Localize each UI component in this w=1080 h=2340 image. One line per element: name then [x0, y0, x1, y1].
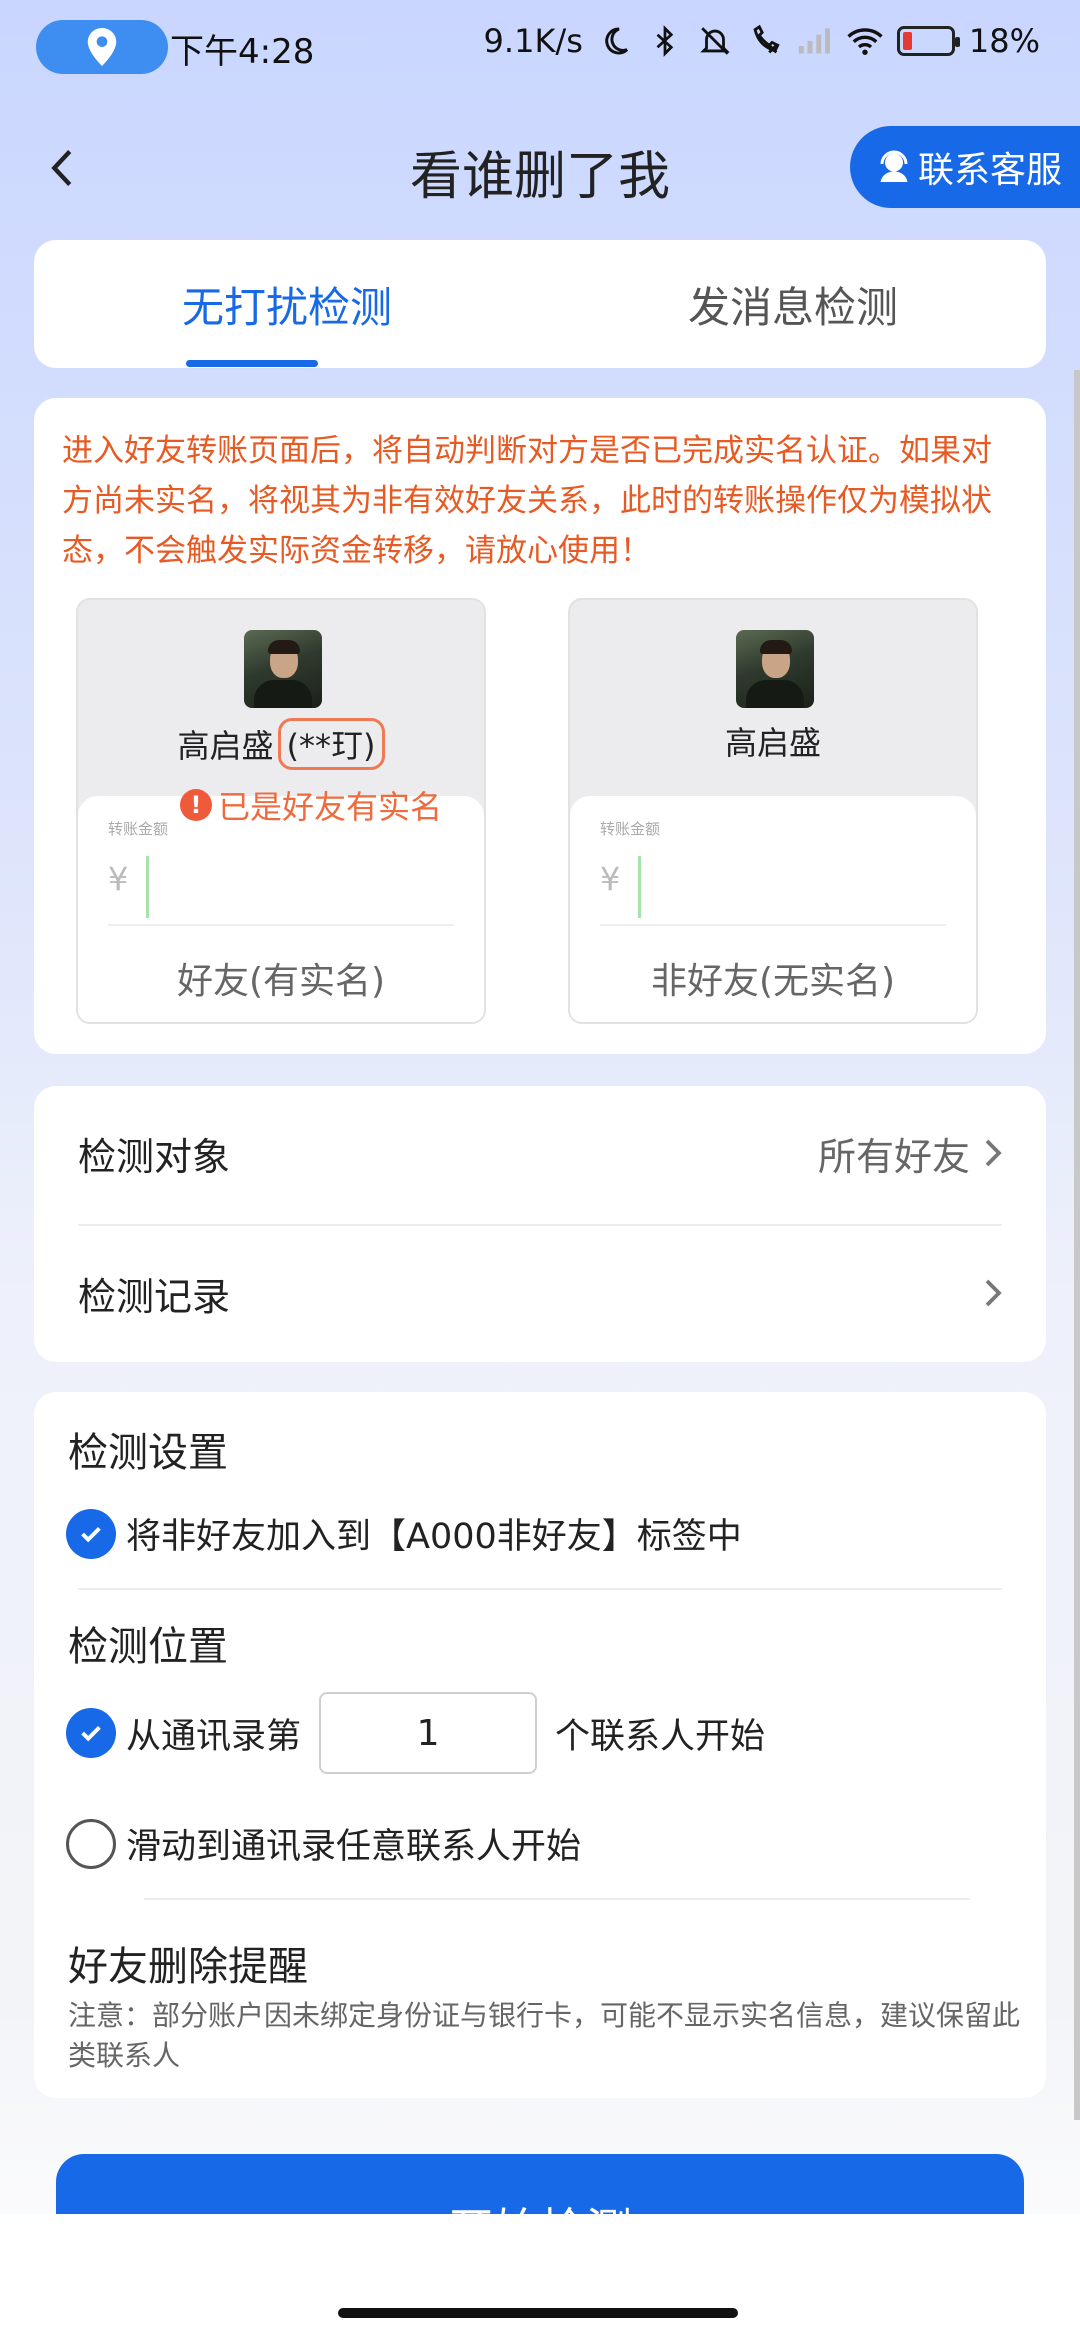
detect-target-row[interactable]: 检测对象 所有好友 [78, 1086, 1002, 1220]
contact-index-input[interactable]: 1 [319, 1692, 538, 1774]
options-list: 检测对象 所有好友 检测记录 [34, 1086, 1046, 1362]
demo-name: 高启盛 [724, 724, 821, 762]
input-cursor [146, 856, 149, 918]
settings-title: 检测设置 [68, 1430, 228, 1476]
avatar [736, 630, 814, 708]
info-card: 进入好友转账页面后，将自动判断对方是否已完成实名认证。如果对方尚未实名，将视其为… [34, 398, 1046, 1054]
chevron-right-icon [985, 1139, 1002, 1167]
bluetooth-icon [647, 23, 683, 59]
contact-service-button[interactable]: 联系客服 [850, 126, 1080, 208]
option-scroll-start[interactable]: 滑动到通讯录任意联系人开始 [66, 1818, 581, 1869]
demo-caption: 好友(有实名) [176, 961, 386, 1002]
checkbox-checked-icon[interactable] [66, 1508, 116, 1559]
headset-icon [880, 150, 908, 182]
detect-record-row[interactable]: 检测记录 [78, 1226, 1002, 1360]
real-name-badge-text: 已是好友有实名 [218, 788, 443, 826]
real-name-badge: ! 已是好友有实名 [180, 782, 442, 828]
currency-symbol: ¥ [108, 860, 129, 898]
location-icon [87, 28, 117, 66]
option-from-prefix: 从通讯录第 [126, 1716, 302, 1757]
battery-text: 18% [968, 22, 1040, 60]
contact-service-label: 联系客服 [918, 150, 1063, 191]
settings-card: 检测设置 将非好友加入到【A000非好友】标签中 检测位置 从通讯录第 1 个联… [34, 1392, 1046, 2098]
mute-icon [697, 23, 733, 59]
reminder-title: 好友删除提醒 [68, 1944, 308, 1990]
alert-icon: ! [180, 789, 212, 821]
signal-icon [797, 23, 833, 59]
radio-unchecked-icon[interactable] [66, 1818, 116, 1869]
option-add-tag-label: 将非好友加入到【A000非好友】标签中 [126, 1517, 742, 1557]
checkbox-checked-icon[interactable] [66, 1708, 116, 1758]
option-from-suffix: 个联系人开始 [555, 1716, 766, 1757]
tab-underline [186, 360, 318, 367]
masked-name-tag: (**玎) [277, 718, 385, 770]
input-cursor [638, 856, 641, 918]
demo-non-friend: 高启盛 转账金额 ¥ 非好友(无实名) [568, 598, 978, 1024]
status-time: 下午4:28 [170, 32, 315, 72]
net-speed: 9.1K/s [483, 22, 583, 60]
input-underline [600, 924, 946, 926]
option-scroll-label: 滑动到通讯录任意联系人开始 [126, 1827, 582, 1867]
amount-label: 转账金额 [108, 820, 169, 838]
tab-silent-detect[interactable]: 无打扰检测 [34, 240, 540, 368]
divider [144, 1898, 970, 1900]
battery-icon [896, 26, 960, 56]
scrollbar[interactable] [1074, 370, 1080, 2120]
reminder-note: 注意：部分账户因未绑定身份证与银行卡，可能不显示实名信息，建议保留此类联系人 [68, 1999, 1021, 2072]
warning-text: 进入好友转账页面后，将自动判断对方是否已完成实名认证。如果对方尚未实名，将视其为… [62, 433, 992, 569]
detect-record-label: 检测记录 [78, 1274, 231, 1319]
status-right: 9.1K/s 18% [484, 22, 1040, 60]
position-title: 检测位置 [68, 1624, 228, 1670]
home-indicator[interactable] [338, 2308, 738, 2318]
bottom-area [0, 2214, 1080, 2340]
divider [78, 1588, 1002, 1590]
option-from-index[interactable]: 从通讯录第 1 个联系人开始 [66, 1692, 765, 1774]
location-pill[interactable] [36, 20, 168, 74]
chevron-right-icon [985, 1279, 1002, 1307]
input-underline [108, 924, 454, 926]
detect-target-value-wrap: 所有好友 [818, 1126, 1002, 1181]
demo-caption: 非好友(无实名) [650, 961, 896, 1002]
detect-target-label: 检测对象 [78, 1134, 231, 1179]
wifi-icon [847, 23, 883, 59]
demo-name: 高启盛 (**玎) [78, 718, 484, 770]
status-bar: 下午4:28 9.1K/s 18% [0, 0, 1080, 96]
amount-label: 转账金额 [600, 820, 661, 838]
currency-symbol: ¥ [600, 860, 621, 898]
option-add-tag[interactable]: 将非好友加入到【A000非好友】标签中 [66, 1508, 742, 1559]
tab-message-detect[interactable]: 发消息检测 [540, 240, 1046, 368]
tab-bar: 无打扰检测 发消息检测 [34, 240, 1046, 368]
avatar [244, 630, 322, 708]
transfer-panel: 转账金额 ¥ 好友(有实名) [78, 796, 484, 1022]
transfer-panel: 转账金额 ¥ 非好友(无实名) [570, 796, 976, 1022]
moon-icon [597, 23, 633, 59]
detect-target-value: 所有好友 [817, 1134, 970, 1179]
call-icon [747, 23, 783, 59]
